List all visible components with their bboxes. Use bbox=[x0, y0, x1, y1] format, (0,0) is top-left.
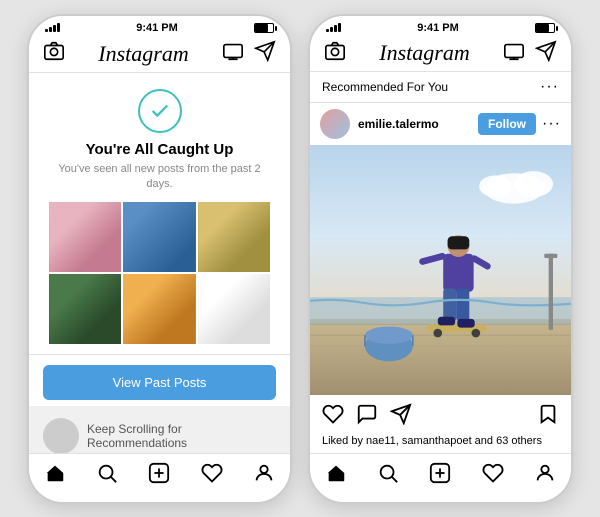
right-main-content: emilie.talermo Follow ··· bbox=[310, 103, 571, 453]
tv-icon-right[interactable] bbox=[503, 40, 525, 67]
caught-up-section: You're All Caught Up You've seen all new… bbox=[29, 73, 290, 356]
send-icon-right[interactable] bbox=[535, 40, 557, 67]
nav-right-icons-right bbox=[503, 40, 557, 67]
avatar[interactable] bbox=[320, 109, 350, 139]
check-circle bbox=[138, 89, 182, 133]
post-actions bbox=[310, 395, 571, 435]
keep-scrolling-text: Keep Scrolling for Recommendations bbox=[87, 422, 276, 450]
grid-photo-6 bbox=[198, 274, 270, 344]
battery-icon-right bbox=[535, 23, 555, 33]
send-icon[interactable] bbox=[254, 40, 276, 67]
tab-profile-right[interactable] bbox=[534, 462, 556, 490]
status-bar-right: 9:41 PM bbox=[310, 16, 571, 36]
caught-up-title: You're All Caught Up bbox=[86, 141, 234, 158]
battery-icon bbox=[254, 23, 274, 33]
caught-up-subtitle: You've seen all new posts from the past … bbox=[49, 162, 270, 193]
tab-heart-right[interactable] bbox=[482, 462, 504, 490]
comment-icon[interactable] bbox=[356, 403, 378, 431]
tab-add-right[interactable] bbox=[429, 462, 451, 490]
signal-area-right bbox=[326, 23, 341, 32]
left-main-content: You're All Caught Up You've seen all new… bbox=[29, 73, 290, 453]
grid-photo-3 bbox=[198, 202, 270, 272]
tab-search-right[interactable] bbox=[377, 462, 399, 490]
tab-home-right[interactable] bbox=[325, 462, 347, 490]
grid-photo-2 bbox=[123, 202, 195, 272]
tv-icon[interactable] bbox=[222, 40, 244, 67]
status-right-right bbox=[535, 23, 555, 33]
grid-photo-4 bbox=[49, 274, 121, 344]
tab-profile-left[interactable] bbox=[253, 462, 275, 490]
camera-icon[interactable] bbox=[43, 40, 65, 68]
post-header-right: Follow ··· bbox=[478, 113, 561, 135]
view-past-posts-button[interactable]: View Past Posts bbox=[43, 365, 276, 400]
photo-grid bbox=[49, 192, 270, 344]
status-right-left bbox=[254, 23, 274, 33]
tab-heart-left[interactable] bbox=[201, 462, 223, 490]
left-phone: 9:41 PM Instagram bbox=[27, 14, 292, 504]
keep-scrolling-section: Keep Scrolling for Recommendations bbox=[29, 406, 290, 452]
status-time-left: 9:41 PM bbox=[136, 22, 178, 34]
post-header: emilie.talermo Follow ··· bbox=[310, 103, 571, 145]
more-options-recommended[interactable]: ··· bbox=[540, 78, 559, 96]
status-bar-left: 9:41 PM bbox=[29, 16, 290, 36]
nav-bar-left: Instagram bbox=[29, 36, 290, 73]
bookmark-icon[interactable] bbox=[537, 403, 559, 431]
signal-icon bbox=[45, 23, 60, 32]
status-time-right: 9:41 PM bbox=[417, 22, 459, 34]
keep-scrolling-thumbnail bbox=[43, 418, 79, 452]
like-icon[interactable] bbox=[322, 403, 344, 431]
post-user: emilie.talermo bbox=[320, 109, 439, 139]
tab-home-left[interactable] bbox=[44, 462, 66, 490]
app-title-left: Instagram bbox=[98, 41, 188, 67]
nav-right-icons-left bbox=[222, 40, 276, 67]
actions-left bbox=[322, 403, 412, 431]
right-phone: 9:41 PM Instagram bbox=[308, 14, 573, 504]
nav-bar-right: Instagram bbox=[310, 36, 571, 72]
share-icon[interactable] bbox=[390, 403, 412, 431]
tab-bar-right bbox=[310, 453, 571, 502]
grid-photo-5 bbox=[123, 274, 195, 344]
tab-bar-left bbox=[29, 453, 290, 502]
tab-search-left[interactable] bbox=[96, 462, 118, 490]
follow-button[interactable]: Follow bbox=[478, 113, 536, 135]
recommended-header: Recommended For You ··· bbox=[310, 72, 571, 103]
likes-content: Liked by nae11, samanthapoet and 63 othe… bbox=[322, 435, 542, 447]
more-options-post[interactable]: ··· bbox=[542, 115, 561, 133]
likes-text: Liked by nae11, samanthapoet and 63 othe… bbox=[310, 435, 571, 453]
camera-icon-right[interactable] bbox=[324, 40, 346, 67]
grid-photo-1 bbox=[49, 202, 121, 272]
app-title-right: Instagram bbox=[379, 40, 469, 66]
tab-add-left[interactable] bbox=[148, 462, 170, 490]
signal-icon-right bbox=[326, 23, 341, 32]
signal-area bbox=[45, 23, 60, 32]
post-image bbox=[310, 145, 571, 395]
recommended-label: Recommended For You bbox=[322, 80, 448, 94]
username[interactable]: emilie.talermo bbox=[358, 117, 439, 131]
